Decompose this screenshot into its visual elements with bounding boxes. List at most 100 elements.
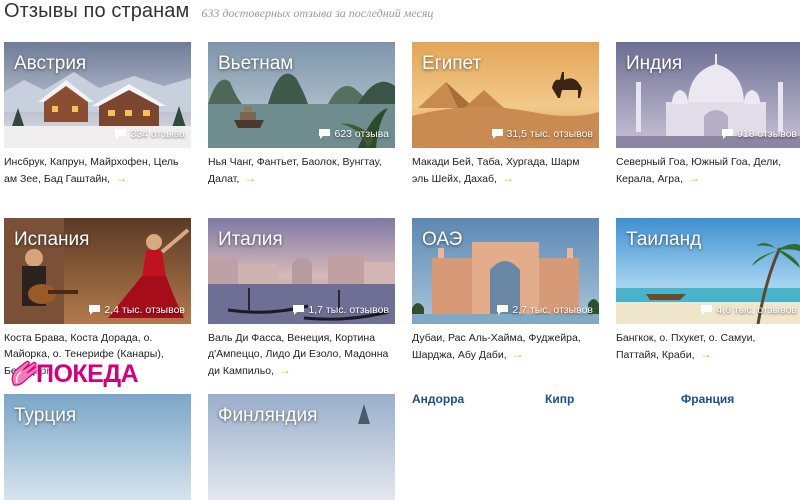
city-list: Макади Бей, Таба, Хургада, Шарм эль Шейх… (412, 154, 599, 187)
city-link[interactable]: Баолок, (302, 156, 340, 168)
country-name[interactable]: Австрия (14, 53, 86, 75)
speech-bubble-icon (721, 129, 733, 139)
review-count: 2,4 тыс. отзывов (89, 304, 185, 316)
country-name[interactable]: ОАЭ (422, 229, 462, 251)
review-count: 31,5 тыс. отзывов (491, 128, 593, 140)
city-link[interactable]: Керала, (616, 173, 655, 185)
city-link[interactable]: Краби, (662, 349, 695, 361)
country-image-uae[interactable]: ОАЭ 2,7 тыс. отзывов (412, 218, 599, 324)
city-link[interactable]: Нья Чанг, (208, 156, 254, 168)
arrow-right-icon[interactable]: → (115, 171, 127, 185)
city-link[interactable]: Далат, (208, 173, 239, 185)
city-link[interactable]: о. Пхукет, (659, 332, 706, 344)
city-link[interactable]: Северный Гоа, (616, 156, 688, 168)
country-card-india: Индия 918 отзывов Северный Гоа, Южный Гоа,… (616, 42, 800, 187)
city-list: Нья Чанг, Фантьет, Баолок, Вунгтау, Дала… (208, 154, 395, 187)
country-card-uae: ОАЭ 2,7 тыс. отзывов Дубаи, Рас Аль-Хайма,… (412, 218, 599, 363)
city-link[interactable]: Хургада, (506, 156, 548, 168)
country-card-thailand: Таиланд 4,6 тыс. отзывов Бангкок, о. Пхуке… (616, 218, 800, 363)
arrow-right-icon[interactable]: → (688, 171, 700, 185)
speech-bubble-icon (89, 305, 101, 315)
country-image-spain[interactable]: Испания 2,4 тыс. отзывов (4, 218, 191, 324)
country-card-italy: Италия 1,7 тыс. отзывов Валь Ди Фасса, Вен… (208, 218, 395, 379)
city-link[interactable]: Коста Брава, (4, 332, 67, 344)
country-link-france[interactable]: Франция (681, 392, 734, 406)
city-link[interactable]: Лидо Ди Езоло, (265, 348, 341, 360)
city-link[interactable]: Майрхофен, (90, 156, 150, 168)
country-link-andorra[interactable]: Андорра (412, 392, 464, 406)
city-link[interactable]: Валь Ди Фасса, (208, 332, 284, 344)
arrow-right-icon[interactable]: → (244, 171, 256, 185)
city-link[interactable]: Фуджейра, (528, 332, 580, 344)
city-link[interactable]: Инсбрук, (4, 156, 47, 168)
review-count-text: 334 отзыва (130, 128, 185, 140)
country-link-cyprus[interactable]: Кипр (545, 392, 574, 406)
more-countries-row: Андорра Кипр Франция (0, 392, 800, 412)
city-link[interactable]: Венеция, (287, 332, 332, 344)
speech-bubble-icon (701, 305, 713, 315)
city-link[interactable]: Шарджа, (412, 349, 455, 361)
speech-bubble-icon (497, 305, 509, 315)
city-link[interactable]: Дахаб, (464, 173, 497, 185)
city-link[interactable]: Коста Дорада, (70, 332, 140, 344)
arrow-right-icon[interactable]: → (502, 171, 514, 185)
review-count-text: 1,7 тыс. отзывов (308, 304, 389, 316)
city-link[interactable]: Бангкок, (616, 332, 656, 344)
country-name[interactable]: Италия (218, 229, 283, 251)
city-list: Северный Гоа, Южный Гоа, Дели, Керала, А… (616, 154, 800, 187)
country-name[interactable]: Таиланд (626, 229, 701, 251)
city-link[interactable]: Таба, (477, 156, 503, 168)
review-count-text: 31,5 тыс. отзывов (506, 128, 593, 140)
page-header: Отзывы по странам 633 достоверных отзыва… (4, 0, 433, 26)
page-title: Отзывы по странам (4, 0, 190, 22)
city-link[interactable]: Дели, (753, 156, 781, 168)
city-list: Бангкок, о. Пхукет, о. Самуи, Паттайя, К… (616, 330, 800, 363)
country-image-austria[interactable]: Австрия 334 отзыва (4, 42, 191, 148)
city-link[interactable]: Южный Гоа, (691, 156, 750, 168)
review-count-text: 918 отзывов (736, 128, 797, 140)
city-link[interactable]: Макади Бей, (412, 156, 474, 168)
country-name[interactable]: Вьетнам (218, 53, 293, 75)
review-count-text: 2,7 тыс. отзывов (512, 304, 593, 316)
review-count-text: 2,4 тыс. отзывов (104, 304, 185, 316)
review-count: 4,6 тыс. отзывов (701, 304, 797, 316)
city-link[interactable]: о. Самуи, (709, 332, 756, 344)
watermark-text: ПОКЕДА (36, 359, 139, 388)
city-link[interactable]: Бад Гаштайн, (44, 173, 110, 185)
speech-bubble-icon (115, 129, 127, 139)
review-count: 2,7 тыс. отзывов (497, 304, 593, 316)
city-link[interactable]: Абу Даби, (458, 349, 507, 361)
speech-bubble-icon (491, 129, 503, 139)
city-link[interactable]: Агра, (657, 173, 682, 185)
country-image-thailand[interactable]: Таиланд 4,6 тыс. отзывов (616, 218, 800, 324)
review-count: 1,7 тыс. отзывов (293, 304, 389, 316)
country-card-spain: Испания 2,4 тыс. отзывов Коста Брава, Кост… (4, 218, 191, 379)
country-image-egypt[interactable]: Египет 31,5 тыс. отзывов (412, 42, 599, 148)
country-card-vietnam: Вьетнам 623 отзыва Нья Чанг, Фантьет, Баол… (208, 42, 395, 187)
watermark-logo: ПОКЕДА (8, 359, 139, 389)
review-count: 623 отзыва (319, 128, 389, 140)
city-list: Валь Ди Фасса, Венеция, Кортина д'Ампецц… (208, 330, 395, 379)
city-link[interactable]: Рас Аль-Хайма, (448, 332, 525, 344)
review-count: 334 отзыва (115, 128, 185, 140)
country-image-vietnam[interactable]: Вьетнам 623 отзыва (208, 42, 395, 148)
speech-bubble-icon (293, 305, 305, 315)
arrow-right-icon[interactable]: → (699, 347, 711, 361)
review-count: 918 отзывов (721, 128, 797, 140)
review-count-text: 4,6 тыс. отзывов (716, 304, 797, 316)
country-card-austria: Австрия 334 отзыва Инсбрук, Капрун, Майрхо… (4, 42, 191, 187)
arrow-right-icon[interactable]: → (279, 363, 291, 377)
review-count-text: 623 отзыва (334, 128, 389, 140)
country-name[interactable]: Испания (14, 229, 89, 251)
city-link[interactable]: Дубаи, (412, 332, 445, 344)
country-image-india[interactable]: Индия 918 отзывов (616, 42, 800, 148)
city-link[interactable]: Фантьет, (257, 156, 299, 168)
city-link[interactable]: Вунгтау, (342, 156, 381, 168)
country-name[interactable]: Индия (626, 53, 682, 75)
city-link[interactable]: Паттайя, (616, 349, 659, 361)
city-list: Дубаи, Рас Аль-Хайма, Фуджейра, Шарджа, … (412, 330, 599, 363)
country-image-italy[interactable]: Италия 1,7 тыс. отзывов (208, 218, 395, 324)
country-name[interactable]: Египет (422, 53, 481, 75)
arrow-right-icon[interactable]: → (512, 347, 524, 361)
city-link[interactable]: Капрун, (50, 156, 87, 168)
